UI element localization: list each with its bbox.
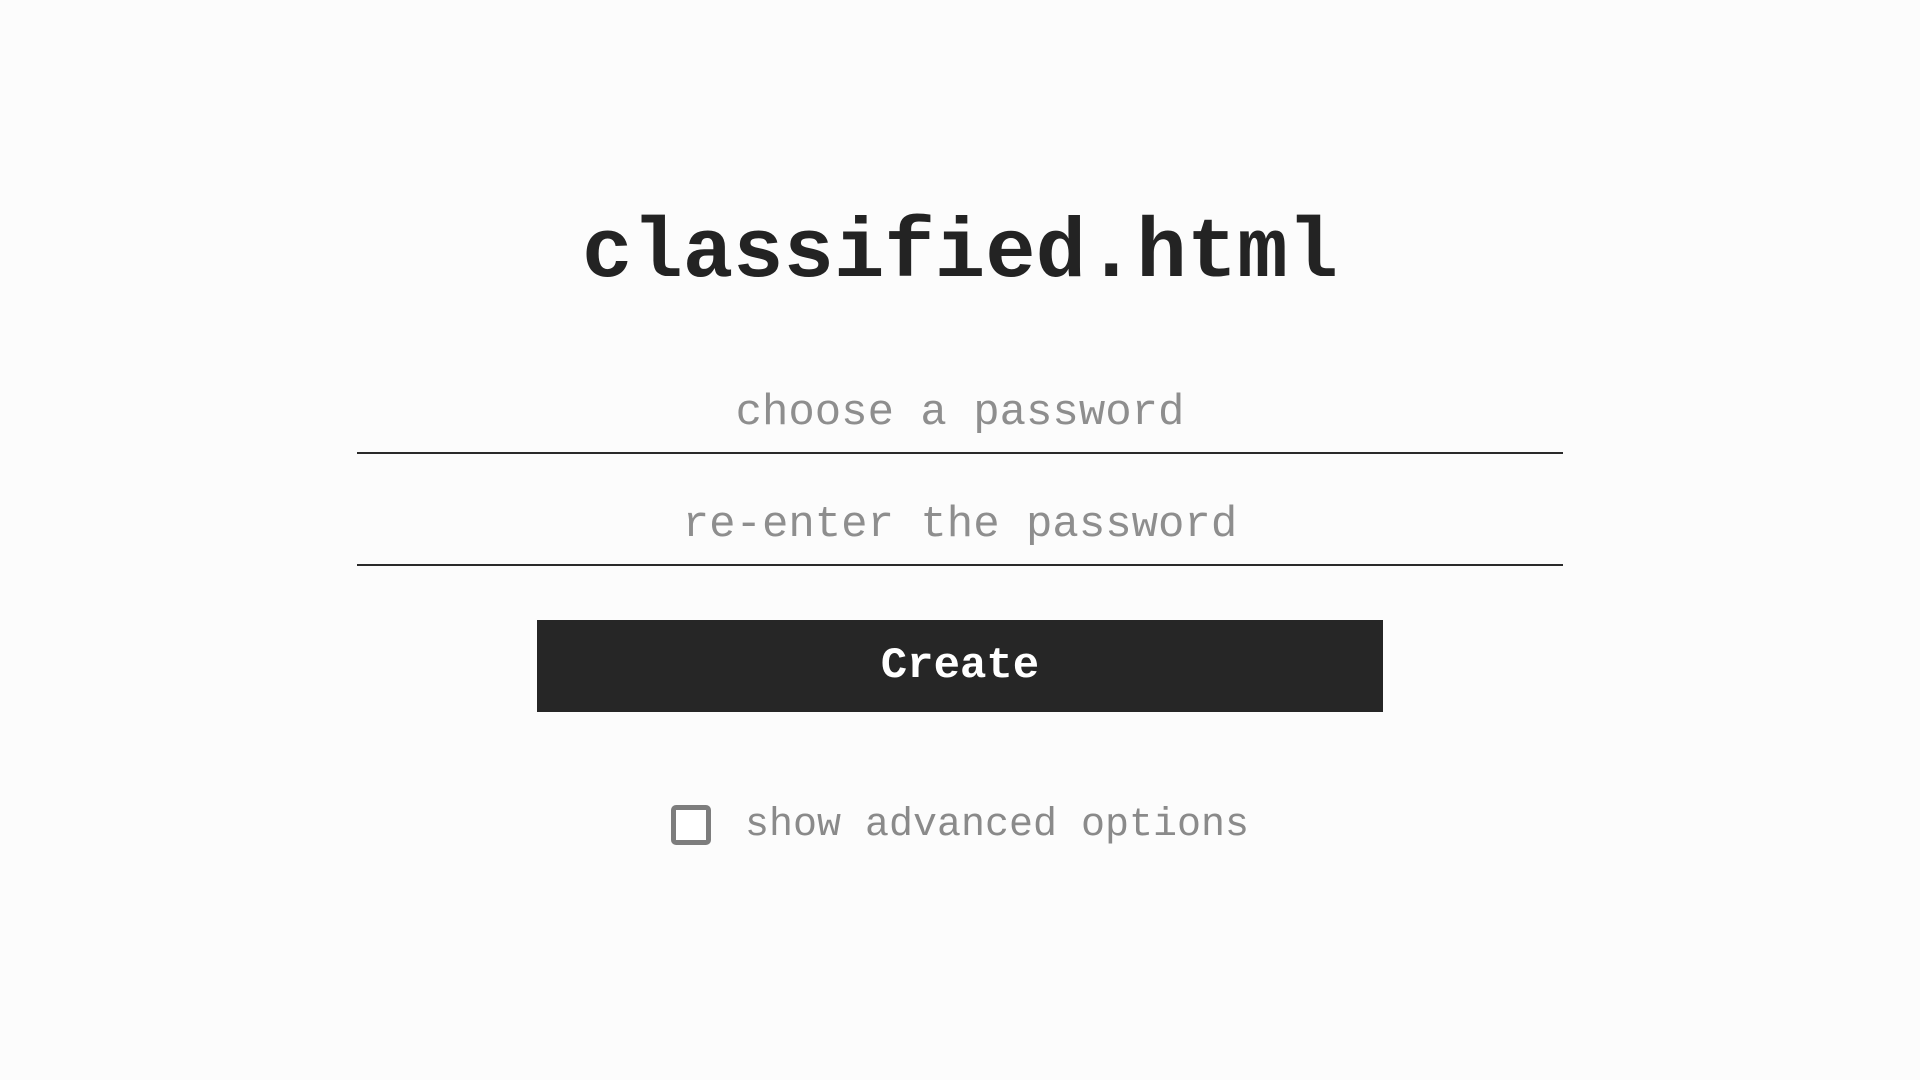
password-input[interactable]	[357, 374, 1563, 454]
create-button[interactable]: Create	[537, 620, 1383, 712]
advanced-options-checkbox[interactable]	[670, 805, 711, 845]
page: classified.html Create show advanced opt…	[0, 0, 1920, 1080]
page-title: classified.html	[581, 207, 1339, 302]
advanced-options-label[interactable]: show advanced options	[745, 803, 1249, 848]
confirm-password-input[interactable]	[357, 486, 1563, 566]
advanced-options-toggle[interactable]: show advanced options	[0, 800, 1920, 850]
